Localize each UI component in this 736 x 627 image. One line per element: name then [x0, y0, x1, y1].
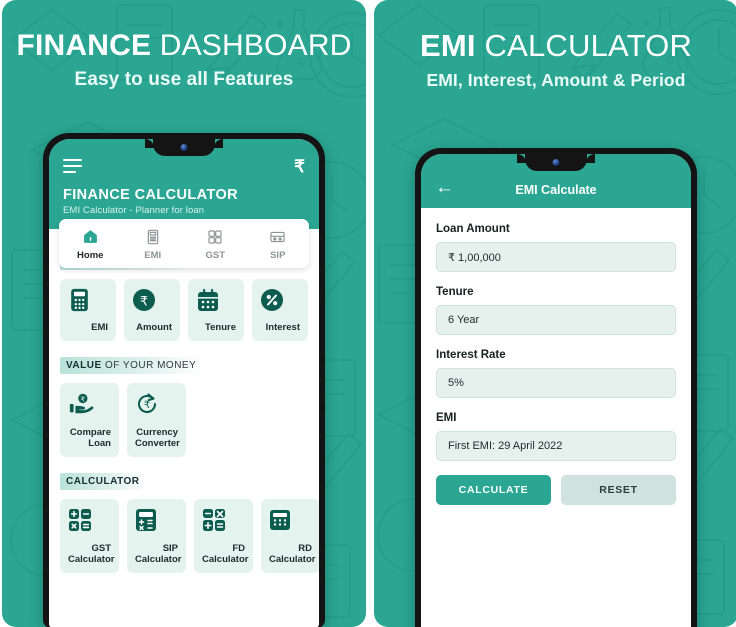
- emi-button-row: CALCULATE RESET: [436, 475, 676, 505]
- sip-calculator-icon: [135, 508, 178, 533]
- emi-result-field[interactable]: First EMI: 29 April 2022: [436, 431, 676, 461]
- tenure-label: Tenure: [436, 286, 474, 298]
- rupee-circle-icon: ₹: [132, 288, 172, 313]
- hamburger-menu-icon[interactable]: [63, 159, 82, 173]
- section-header-value-thin: OF YOUR MONEY: [104, 360, 197, 371]
- tab-emi-label: EMI: [144, 250, 162, 261]
- rupee-icon[interactable]: ₹: [294, 158, 305, 175]
- section-calculator: CALCULATOR GST Calculator SIP Calculator…: [60, 471, 319, 573]
- right-promo-title-thin: CALCULATOR: [484, 28, 693, 63]
- value-tile-row: ₹ Compare Loan ₹ Currency Converter: [60, 383, 308, 457]
- app-subtitle: EMI Calculator - Planner for loan: [63, 205, 205, 216]
- tab-sip-label: SIP: [270, 250, 286, 261]
- tenure-input[interactable]: 6 Year: [436, 305, 676, 335]
- tile-emi[interactable]: EMI: [60, 279, 116, 341]
- tile-currency-converter-label: Currency Converter: [135, 427, 180, 450]
- tile-currency-converter[interactable]: ₹ Currency Converter: [127, 383, 186, 457]
- right-promo-title-bold: EMI: [419, 28, 476, 63]
- tile-compare-loan[interactable]: ₹ Compare Loan: [60, 383, 119, 457]
- tile-fd-calculator[interactable]: FD Calculator: [194, 499, 253, 573]
- emi-label: EMI: [436, 412, 457, 424]
- gst-calculator-icon: [68, 508, 111, 533]
- field-group-emi: EMI First EMI: 29 April 2022: [436, 412, 676, 461]
- svg-text:₹: ₹: [144, 400, 150, 411]
- tile-rd-calculator-label: RD Calculator: [269, 543, 316, 566]
- tile-rd-calculator[interactable]: RD Calculator: [261, 499, 319, 573]
- reset-button[interactable]: RESET: [561, 475, 676, 505]
- tile-emi-label: EMI: [91, 322, 108, 334]
- emi-app-bar-title: EMI Calculate: [515, 183, 597, 197]
- tab-bar: Home EMI GST SIP: [59, 219, 309, 268]
- tile-tenure-label: Tenure: [205, 322, 236, 334]
- right-promo-header: EMI CALCULATOR EMI, Interest, Amount & P…: [374, 0, 736, 91]
- finance-tile-row: EMI ₹ Amount Tenure Interest: [60, 279, 308, 341]
- tab-home[interactable]: Home: [59, 227, 122, 261]
- emi-calculator-icon: [122, 227, 185, 246]
- calculator-tile-row: GST Calculator SIP Calculator FD Calcula…: [60, 499, 319, 573]
- section-header-value: VALUE OF YOUR MONEY: [60, 357, 205, 374]
- right-promo-title: EMI CALCULATOR: [374, 28, 736, 63]
- tile-compare-loan-label: Compare Loan: [69, 427, 111, 450]
- tile-interest[interactable]: Interest: [252, 279, 308, 341]
- tile-sip-calculator-label: SIP Calculator: [135, 543, 182, 566]
- section-header-calculator-bold: CALCULATOR: [66, 476, 140, 487]
- section-value-of-your-money: VALUE OF YOUR MONEY ₹ Compare Loan ₹ Cur…: [60, 355, 308, 457]
- sip-icon: [247, 227, 310, 246]
- calculator-icon: [68, 288, 108, 313]
- back-arrow-icon[interactable]: ←: [435, 178, 457, 197]
- section-header-calculator: CALCULATOR: [60, 473, 148, 490]
- field-group-interest-rate: Interest Rate 5%: [436, 349, 676, 398]
- calendar-icon: [196, 288, 236, 313]
- svg-text:₹: ₹: [140, 295, 148, 310]
- calculate-button[interactable]: CALCULATE: [436, 475, 551, 505]
- rd-calculator-icon: [269, 508, 312, 533]
- interest-rate-label: Interest Rate: [436, 349, 506, 361]
- right-phone-mockup: ← EMI Calculate Loan Amount ₹ 1,00,000 T…: [415, 148, 697, 627]
- tile-interest-label: Interest: [265, 322, 300, 334]
- svg-text:₹: ₹: [81, 396, 85, 404]
- left-promo-panel: FINANCE DASHBOARD Easy to use all Featur…: [2, 0, 366, 627]
- left-promo-title-thin: DASHBOARD: [159, 29, 352, 62]
- tile-amount[interactable]: ₹ Amount: [124, 279, 180, 341]
- field-group-loan-amount: Loan Amount ₹ 1,00,000: [436, 223, 676, 272]
- tab-gst[interactable]: GST: [184, 227, 247, 261]
- home-content: FINANCE CALCULATOR EMI: [49, 229, 319, 573]
- loan-amount-input[interactable]: ₹ 1,00,000: [436, 242, 676, 272]
- screenshot-stage: FINANCE DASHBOARD Easy to use all Featur…: [0, 0, 736, 627]
- tile-sip-calculator[interactable]: SIP Calculator: [127, 499, 186, 573]
- percent-circle-icon: [260, 288, 300, 313]
- front-camera-icon: [180, 144, 188, 151]
- left-phone-screen: ₹ FINANCE CALCULATOR EMI Calculator - Pl…: [49, 139, 319, 627]
- home-icon: [59, 227, 122, 246]
- tab-gst-label: GST: [205, 250, 226, 261]
- left-promo-title-bold: FINANCE: [16, 29, 152, 62]
- tab-sip[interactable]: SIP: [247, 227, 310, 261]
- app-title: FINANCE CALCULATOR: [63, 187, 239, 203]
- left-phone-mockup: ₹ FINANCE CALCULATOR EMI Calculator - Pl…: [43, 133, 325, 627]
- left-promo-title: FINANCE DASHBOARD: [2, 30, 366, 62]
- tab-home-label: Home: [77, 250, 104, 261]
- loan-amount-label: Loan Amount: [436, 223, 510, 235]
- currency-convert-icon: ₹: [135, 392, 178, 417]
- field-group-tenure: Tenure 6 Year: [436, 286, 676, 335]
- right-phone-screen: ← EMI Calculate Loan Amount ₹ 1,00,000 T…: [421, 154, 691, 627]
- left-promo-header: FINANCE DASHBOARD Easy to use all Featur…: [2, 0, 366, 91]
- tile-fd-calculator-label: FD Calculator: [202, 543, 249, 566]
- right-promo-panel: EMI CALCULATOR EMI, Interest, Amount & P…: [374, 0, 736, 627]
- tile-tenure[interactable]: Tenure: [188, 279, 244, 341]
- gst-grid-icon: [184, 227, 247, 246]
- hand-money-icon: ₹: [68, 392, 111, 417]
- tile-gst-calculator[interactable]: GST Calculator: [60, 499, 119, 573]
- tile-gst-calculator-label: GST Calculator: [68, 543, 115, 566]
- tab-emi[interactable]: EMI: [122, 227, 185, 261]
- left-promo-subtitle: Easy to use all Features: [74, 68, 294, 90]
- section-header-value-bold: VALUE: [66, 360, 102, 371]
- right-promo-subtitle: EMI, Interest, Amount & Period: [426, 69, 686, 90]
- fd-calculator-icon: [202, 508, 245, 533]
- tile-amount-label: Amount: [136, 322, 172, 334]
- front-camera-icon: [552, 159, 560, 166]
- interest-rate-input[interactable]: 5%: [436, 368, 676, 398]
- emi-form: Loan Amount ₹ 1,00,000 Tenure 6 Year Int…: [421, 208, 691, 505]
